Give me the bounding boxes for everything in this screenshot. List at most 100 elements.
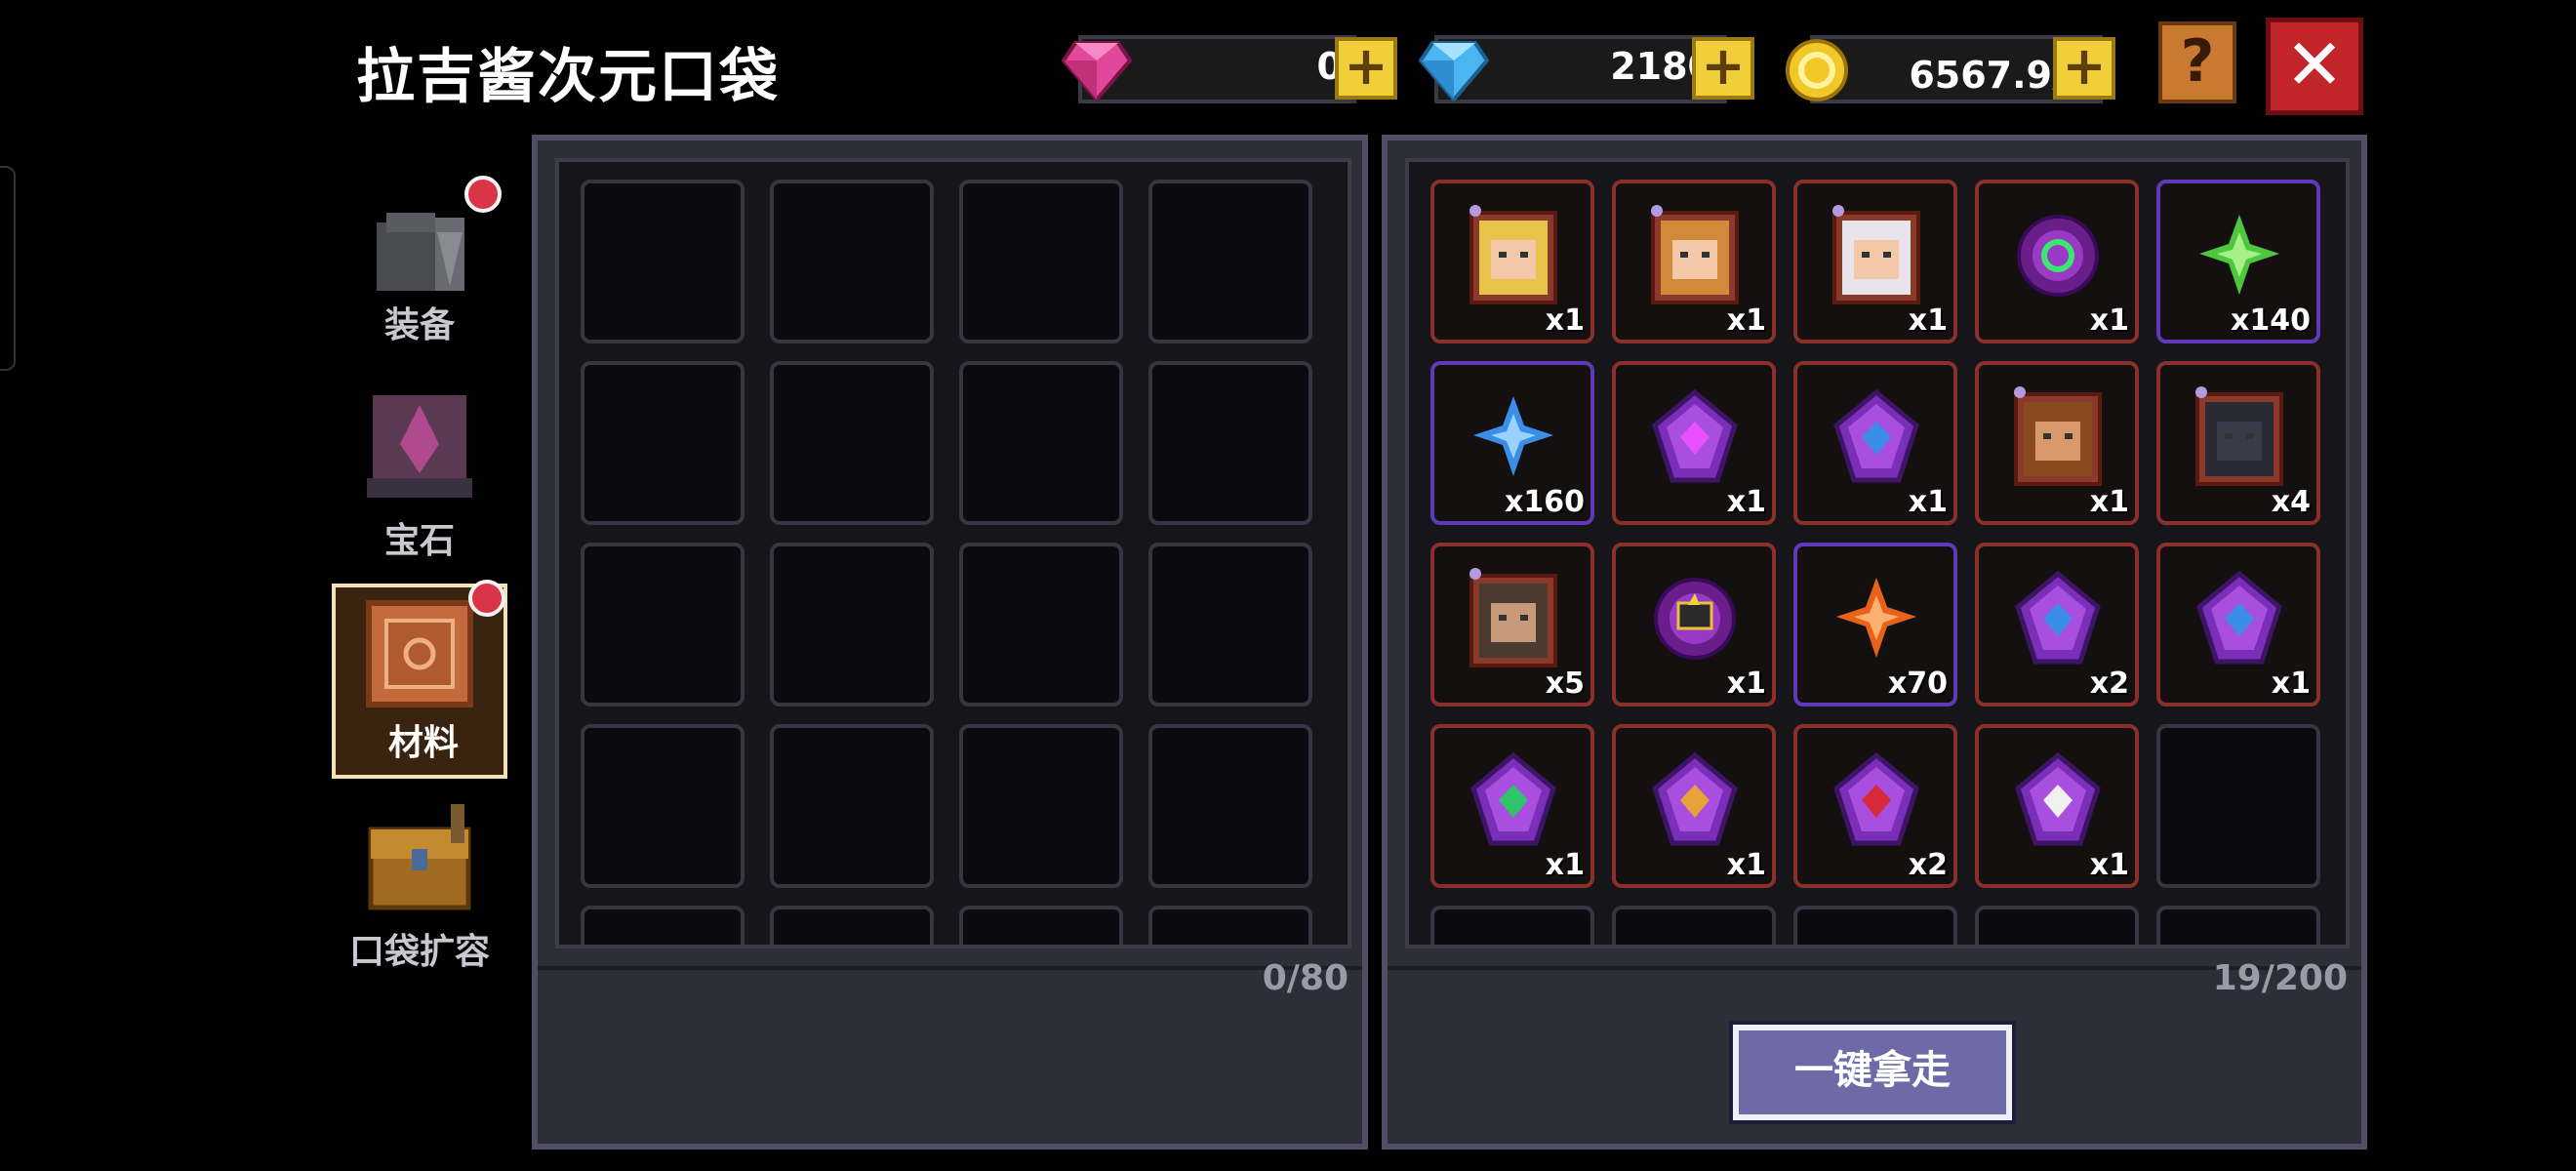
empty-slot[interactable]	[2156, 906, 2320, 945]
empty-slot[interactable]	[1148, 361, 1312, 525]
portrait-old-sage-card-icon	[1469, 568, 1557, 667]
item-count: x1	[1726, 666, 1766, 701]
orange-star-shard-icon	[1836, 578, 1916, 658]
item-count: x1	[1726, 485, 1766, 519]
empty-slot[interactable]	[1430, 906, 1594, 945]
tab-materials[interactable]: 材料	[332, 580, 507, 779]
help-button[interactable]: ?	[2158, 21, 2236, 103]
purple-crystal-green-icon	[1470, 751, 1556, 846]
item-count: x2	[1908, 848, 1948, 882]
purple-crystal-blue-drop-icon	[2015, 570, 2101, 665]
item-slot[interactable]: x2	[1793, 724, 1957, 888]
item-slot[interactable]: x1	[1975, 724, 2139, 888]
item-slot[interactable]: x1	[1793, 361, 1957, 525]
empty-slot[interactable]	[770, 543, 934, 707]
item-slot[interactable]: x1	[1430, 724, 1594, 888]
purple-orb-c-icon	[2017, 215, 2099, 297]
item-count: x2	[2089, 666, 2129, 701]
armor-icon	[377, 213, 464, 291]
empty-slot[interactable]	[581, 724, 745, 888]
empty-slot[interactable]	[581, 906, 745, 945]
empty-slot[interactable]	[1612, 906, 1776, 945]
purple-crystal-up-icon	[1652, 388, 1738, 483]
gem-stand-icon	[367, 395, 472, 498]
tab-label: 材料	[387, 723, 459, 763]
item-slot[interactable]: x1	[1612, 724, 1776, 888]
item-count: x70	[1887, 666, 1948, 701]
empty-slot[interactable]	[581, 180, 745, 343]
item-slot[interactable]: x1	[1612, 180, 1776, 343]
item-slot[interactable]: x1	[1793, 180, 1957, 343]
empty-slot[interactable]	[581, 543, 745, 707]
page-title: 拉吉酱次元口袋	[356, 43, 780, 111]
gold-coin-icon	[1786, 39, 1848, 101]
add-pink-gem-button[interactable]: +	[1335, 37, 1397, 100]
empty-slot[interactable]	[770, 906, 934, 945]
item-count: x1	[1545, 303, 1585, 338]
close-button[interactable]: ✕	[2266, 18, 2363, 115]
tab-expand-pocket[interactable]: 口袋扩容	[332, 800, 507, 995]
blue-diamond-icon	[1419, 41, 1489, 103]
portrait-dark-knight-card-icon	[2195, 386, 2283, 486]
loot-grid[interactable]: x1 x1 x1 x1 x140 x160 x1 x1 x1 x4 x5 x1 x70 x2 x1 x1 x1 x…	[1405, 158, 2350, 949]
item-slot[interactable]: x2	[1975, 543, 2139, 707]
purple-crystal-blue-down-icon	[2196, 570, 2282, 665]
item-slot[interactable]: x1	[1430, 180, 1594, 343]
chest-icon	[368, 804, 471, 910]
pocket-storage-panel: 0/80	[532, 135, 1368, 1150]
notification-dot	[468, 580, 505, 617]
empty-slot[interactable]	[1148, 543, 1312, 707]
add-gold-button[interactable]: +	[2053, 37, 2115, 100]
notification-dot	[464, 176, 502, 213]
empty-slot[interactable]	[770, 724, 934, 888]
empty-slot[interactable]	[959, 543, 1123, 707]
portrait-fox-girl-card-icon	[1651, 205, 1739, 304]
item-count: x140	[2231, 303, 2311, 338]
item-slot[interactable]: x70	[1793, 543, 1957, 707]
empty-slot[interactable]	[959, 180, 1123, 343]
item-slot[interactable]: x140	[2156, 180, 2320, 343]
empty-slot[interactable]	[1148, 724, 1312, 888]
tab-label: 装备	[383, 305, 455, 345]
pocket-capacity: 0/80	[1262, 958, 1348, 998]
item-slot[interactable]: x1	[1612, 361, 1776, 525]
item-slot[interactable]: x1	[1975, 180, 2139, 343]
empty-slot[interactable]	[1148, 180, 1312, 343]
portrait-bearded-warrior-card-icon	[2014, 386, 2102, 486]
empty-slot[interactable]	[959, 906, 1123, 945]
item-slot[interactable]: x5	[1430, 543, 1594, 707]
add-diamond-button[interactable]: +	[1692, 37, 1754, 100]
item-count: x4	[2271, 485, 2311, 519]
item-count: x1	[1908, 303, 1948, 338]
empty-slot[interactable]	[770, 180, 934, 343]
purple-crystal-heart-icon	[1833, 388, 1919, 483]
item-slot[interactable]: x1	[1975, 361, 2139, 525]
item-slot[interactable]: x160	[1430, 361, 1594, 525]
pink-gem-icon	[1062, 41, 1132, 103]
empty-slot[interactable]	[770, 361, 934, 525]
edge-handle	[0, 166, 16, 371]
purple-orb-100-star-icon	[1654, 578, 1736, 660]
tab-equipment[interactable]: 装备	[332, 176, 507, 371]
pocket-grid[interactable]	[555, 158, 1351, 949]
take-all-button[interactable]: 一键拿走	[1733, 1025, 2012, 1120]
item-count: x1	[2089, 485, 2129, 519]
tab-label: 宝石	[383, 521, 455, 561]
empty-slot[interactable]	[2156, 724, 2320, 888]
portrait-blonde-girl-card-icon	[1469, 205, 1557, 304]
green-star-shard-icon	[2199, 215, 2279, 295]
empty-slot[interactable]	[581, 361, 745, 525]
empty-slot[interactable]	[1148, 906, 1312, 945]
empty-slot[interactable]	[959, 724, 1123, 888]
tab-gems[interactable]: 宝石	[332, 385, 507, 581]
portrait-white-hair-girl-card-icon	[1832, 205, 1920, 304]
item-count: x1	[1908, 485, 1948, 519]
empty-slot[interactable]	[959, 361, 1123, 525]
empty-slot[interactable]	[1793, 906, 1957, 945]
purple-crystal-cup-icon	[1652, 751, 1738, 846]
item-slot[interactable]: x1	[2156, 543, 2320, 707]
item-slot[interactable]: x1	[1612, 543, 1776, 707]
item-count: x1	[1545, 848, 1585, 882]
empty-slot[interactable]	[1975, 906, 2139, 945]
item-slot[interactable]: x4	[2156, 361, 2320, 525]
